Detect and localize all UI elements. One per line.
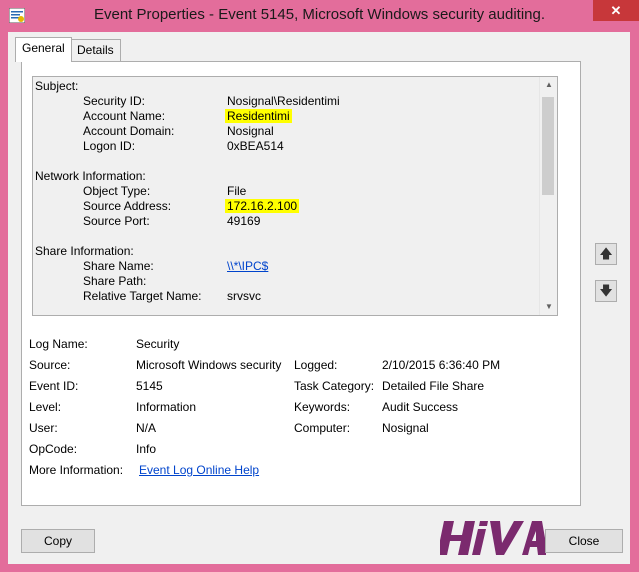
object-type-label: Object Type: (83, 184, 151, 198)
opcode-value: Info (136, 442, 157, 456)
more-information-label: More Information: (29, 463, 124, 477)
source-address-value: 172.16.2.100 (225, 199, 300, 214)
event-id-value: 5145 (136, 379, 163, 393)
keywords-label: Keywords: (294, 400, 351, 414)
level-label: Level: (29, 400, 62, 414)
event-properties-window: Event Properties - Event 5145, Microsoft… (0, 0, 639, 572)
hiva-logo (440, 521, 546, 555)
source-port-label: Source Port: (83, 214, 150, 228)
user-label: User: (29, 421, 58, 435)
description-scrollbar[interactable]: ▲ ▼ (539, 77, 557, 315)
source-address-highlight: 172.16.2.100 (225, 199, 300, 213)
source-value: Microsoft Windows security (136, 358, 282, 372)
share-name-link[interactable]: \\*\IPC$ (227, 259, 268, 274)
event-id-label: Event ID: (29, 379, 79, 393)
subject-heading: Subject: (35, 79, 79, 93)
account-name-highlight: Residentimi (225, 109, 292, 123)
computer-label: Computer: (294, 421, 351, 435)
scroll-up-icon[interactable]: ▲ (544, 80, 554, 90)
user-value: N/A (136, 421, 157, 435)
close-icon: ✕ (610, 3, 622, 18)
share-name-label: Share Name: (83, 259, 154, 273)
source-address-label: Source Address: (83, 199, 172, 213)
logged-label: Logged: (294, 358, 338, 372)
logon-id-label: Logon ID: (83, 139, 136, 153)
computer-value: Nosignal (382, 421, 429, 435)
dialog-body: General Details Subject: Security ID: No… (8, 32, 630, 564)
previous-event-button[interactable]: 🡅 (595, 243, 617, 265)
log-name-label: Log Name: (29, 337, 88, 351)
account-name-label: Account Name: (83, 109, 166, 123)
arrow-up-icon: 🡅 (599, 246, 613, 261)
source-label: Source: (29, 358, 71, 372)
logged-value: 2/10/2015 6:36:40 PM (382, 358, 501, 372)
next-event-button[interactable]: 🡇 (595, 280, 617, 302)
share-path-label: Share Path: (83, 274, 147, 288)
tab-details[interactable]: Details (70, 39, 121, 61)
account-name-value: Residentimi (225, 109, 292, 124)
title-bar[interactable]: Event Properties - Event 5145, Microsoft… (0, 0, 639, 32)
task-category-value: Detailed File Share (382, 379, 485, 393)
logon-id-value: 0xBEA514 (227, 139, 284, 153)
object-type-value: File (227, 184, 247, 198)
account-domain-label: Account Domain: (83, 124, 175, 138)
scroll-down-icon[interactable]: ▼ (544, 302, 554, 312)
arrow-down-icon: 🡇 (599, 283, 613, 298)
copy-button[interactable]: Copy (21, 529, 95, 553)
opcode-label: OpCode: (29, 442, 78, 456)
general-tab-panel: Subject: Security ID: Nosignal\Residenti… (21, 61, 581, 506)
close-window-button[interactable]: ✕ (593, 0, 639, 21)
task-category-label: Task Category: (294, 379, 375, 393)
tab-general[interactable]: General (15, 37, 72, 62)
security-id-value: Nosignal\Residentimi (227, 94, 340, 108)
event-log-online-help-link[interactable]: Event Log Online Help (139, 463, 259, 478)
scrollbar-thumb[interactable] (542, 97, 554, 195)
share-heading: Share Information: (35, 244, 134, 258)
relative-target-label: Relative Target Name: (83, 289, 202, 303)
security-id-label: Security ID: (83, 94, 146, 108)
network-heading: Network Information: (35, 169, 146, 183)
level-value: Information (136, 400, 197, 414)
source-port-value: 49169 (227, 214, 261, 228)
window-title: Event Properties - Event 5145, Microsoft… (93, 6, 546, 23)
account-domain-value: Nosignal (227, 124, 274, 138)
relative-target-value: srvsvc (227, 289, 261, 303)
log-name-value: Security (136, 337, 180, 351)
keywords-value: Audit Success (382, 400, 459, 414)
close-button[interactable]: Close (545, 529, 623, 553)
event-description-box[interactable]: Subject: Security ID: Nosignal\Residenti… (32, 76, 558, 316)
